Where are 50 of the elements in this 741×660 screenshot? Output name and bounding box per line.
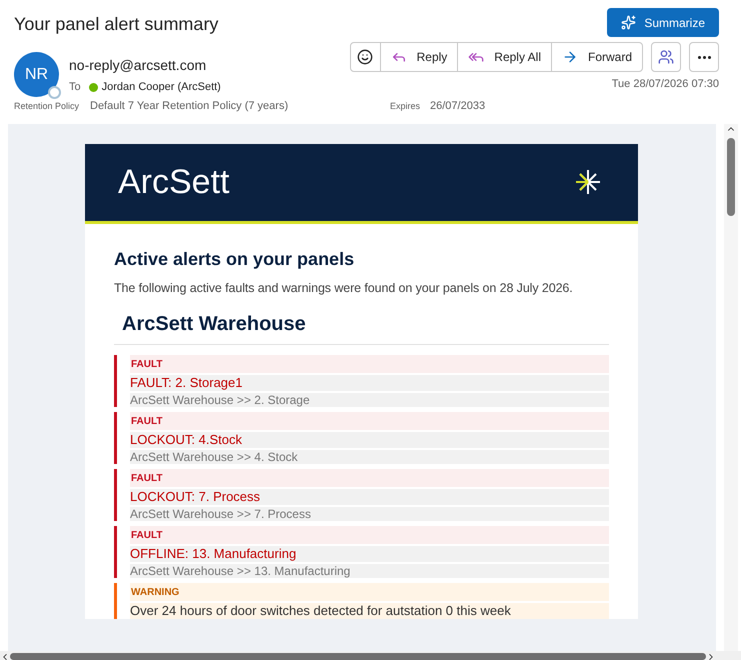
alert-bar <box>114 355 117 408</box>
vertical-scrollbar[interactable] <box>724 124 738 650</box>
alert-path: ArcSett Warehouse >> 2. Storage <box>130 393 609 408</box>
scroll-thumb[interactable] <box>10 653 706 660</box>
summarize-button[interactable]: Summarize <box>607 8 719 37</box>
status-icon <box>88 82 98 92</box>
scroll-thumb[interactable] <box>727 138 735 216</box>
alerts-heading: Active alerts on your panels <box>114 248 356 271</box>
retention-value: Default 7 Year Retention Policy (7 years) <box>90 99 290 114</box>
email-subject: Your panel alert summary <box>14 13 218 36</box>
alert-title: FAULT: 2. Storage1 <box>130 375 609 392</box>
alert-title: Over 24 hours of door switches detected for autstation 0 this week <box>130 603 609 620</box>
more-icon <box>698 56 710 58</box>
alert-path: ArcSett Warehouse >> 13. Manufacturing <box>130 564 609 578</box>
alert-title: LOCKOUT: 4.Stock <box>130 432 609 448</box>
alert-path: ArcSett Warehouse >> 7. Process <box>130 507 609 522</box>
sent-date: Tue 28/07/2026 07:30 <box>612 77 719 92</box>
sparkle-icon <box>621 15 636 30</box>
avatar: NR <box>14 52 59 97</box>
teams-button[interactable] <box>651 42 681 72</box>
alert-severity: FAULT <box>130 355 609 374</box>
alert-bar <box>114 526 117 578</box>
action-button[interactable]: Forward <box>552 43 642 71</box>
alert-path: ArcSett Warehouse >> 4. Stock <box>130 450 609 464</box>
presence-icon <box>48 86 61 99</box>
sender-address: no-reply@arcsett.com <box>69 56 208 75</box>
alert-severity: FAULT <box>130 526 609 544</box>
site-heading: ArcSett Warehouse <box>114 309 609 346</box>
alert-title: OFFLINE: 13. Manufacturing <box>130 546 609 562</box>
alert-bar <box>114 412 117 464</box>
alert-severity: WARNING <box>130 583 609 602</box>
people-icon <box>658 49 674 65</box>
recipient-name: Jordan Cooper (ArcSett) <box>102 80 221 95</box>
more-button[interactable] <box>689 42 719 72</box>
alert-severity: FAULT <box>130 469 609 488</box>
brand-logo: ArcSett <box>118 162 230 202</box>
to-label: To <box>69 80 81 95</box>
intro-text: The following active faults and warnings were found on your panels on 28 July 2026. <box>114 280 574 297</box>
retention-label: Retention Policy <box>14 100 80 113</box>
alert-title: LOCKOUT: 7. Process <box>130 489 609 506</box>
smiley-icon <box>357 49 374 65</box>
expires-label: Expires <box>390 100 420 113</box>
asterisk-icon <box>575 169 601 195</box>
alert-bar <box>114 469 117 522</box>
alert-bar <box>114 583 117 620</box>
horizontal-scrollbar[interactable] <box>0 650 741 660</box>
expires-date: 26/07/2033 <box>430 99 486 114</box>
alert-severity: FAULT <box>130 412 609 430</box>
action-button[interactable]: Reply <box>380 43 458 71</box>
action-button[interactable]: Reply All <box>458 43 552 71</box>
